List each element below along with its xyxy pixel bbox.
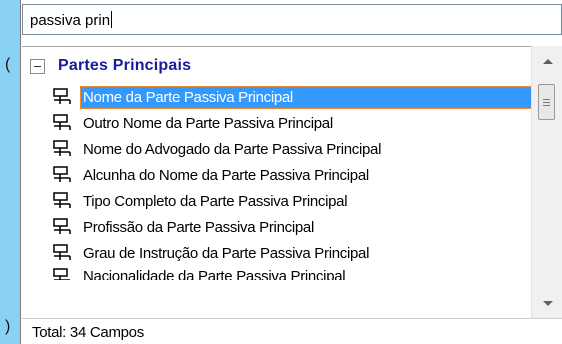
list-item-label: Nome do Advogado da Parte Passiva Princi… <box>83 140 382 158</box>
scroll-up-button[interactable] <box>532 46 562 76</box>
field-network-icon <box>53 192 71 208</box>
list-item-label: Grau de Instrução da Parte Passiva Princ… <box>83 244 370 262</box>
triangle-down-icon <box>542 300 553 306</box>
list-item-label: Nome da Parte Passiva Principal <box>80 85 538 109</box>
list-item-selected[interactable]: Nome da Parte Passiva Principal <box>52 84 562 110</box>
list-item[interactable]: Nacionalidade da Parte Passiva Principal <box>52 266 562 280</box>
status-footer: Total: 34 Campos <box>22 318 562 344</box>
list-item-label: Profissão da Parte Passiva Principal <box>83 218 314 236</box>
list-item[interactable]: Profissão da Parte Passiva Principal <box>52 214 562 240</box>
field-list[interactable]: Partes Principais Nome da Parte Passiva … <box>22 46 562 318</box>
background-glyph: ( <box>5 56 11 73</box>
field-network-icon <box>53 268 70 280</box>
group-header-partes-principais[interactable]: Partes Principais <box>30 55 191 77</box>
field-network-icon <box>53 140 71 156</box>
field-network-icon <box>53 88 71 104</box>
list-item[interactable]: Alcunha do Nome da Parte Passiva Princip… <box>52 162 562 188</box>
grip-line <box>543 104 550 106</box>
scroll-down-button[interactable] <box>532 288 562 318</box>
text-caret <box>111 11 113 28</box>
list-item-label: Alcunha do Nome da Parte Passiva Princip… <box>83 166 369 184</box>
list-item[interactable]: Tipo Completo da Parte Passiva Principal <box>52 188 562 214</box>
field-network-icon <box>53 166 71 182</box>
scroll-thumb[interactable] <box>538 84 555 120</box>
field-items: Nome da Parte Passiva Principal Outro No… <box>52 84 562 280</box>
list-item-label: Outro Nome da Parte Passiva Principal <box>83 114 333 132</box>
list-item[interactable]: Outro Nome da Parte Passiva Principal <box>52 110 562 136</box>
grip-line <box>543 98 550 100</box>
collapse-box-icon[interactable] <box>30 58 45 74</box>
list-item-label: Nacionalidade da Parte Passiva Principal <box>83 268 346 280</box>
search-input[interactable]: passiva prin <box>22 4 562 35</box>
list-item[interactable]: Grau de Instrução da Parte Passiva Princ… <box>52 240 562 266</box>
group-title: Partes Principais <box>58 57 192 74</box>
vertical-scrollbar[interactable] <box>531 46 562 318</box>
triangle-up-icon <box>542 58 553 64</box>
search-input-value: passiva prin <box>30 12 111 29</box>
background-glyph: ) <box>5 318 11 335</box>
grip-line <box>543 101 550 103</box>
field-network-icon <box>53 114 71 130</box>
total-count: Total: 34 Campos <box>32 324 144 341</box>
list-item[interactable]: Nome do Advogado da Parte Passiva Princi… <box>52 136 562 162</box>
list-item-label: Tipo Completo da Parte Passiva Principal <box>83 192 348 210</box>
field-network-icon <box>53 218 71 234</box>
field-network-icon <box>53 244 71 260</box>
